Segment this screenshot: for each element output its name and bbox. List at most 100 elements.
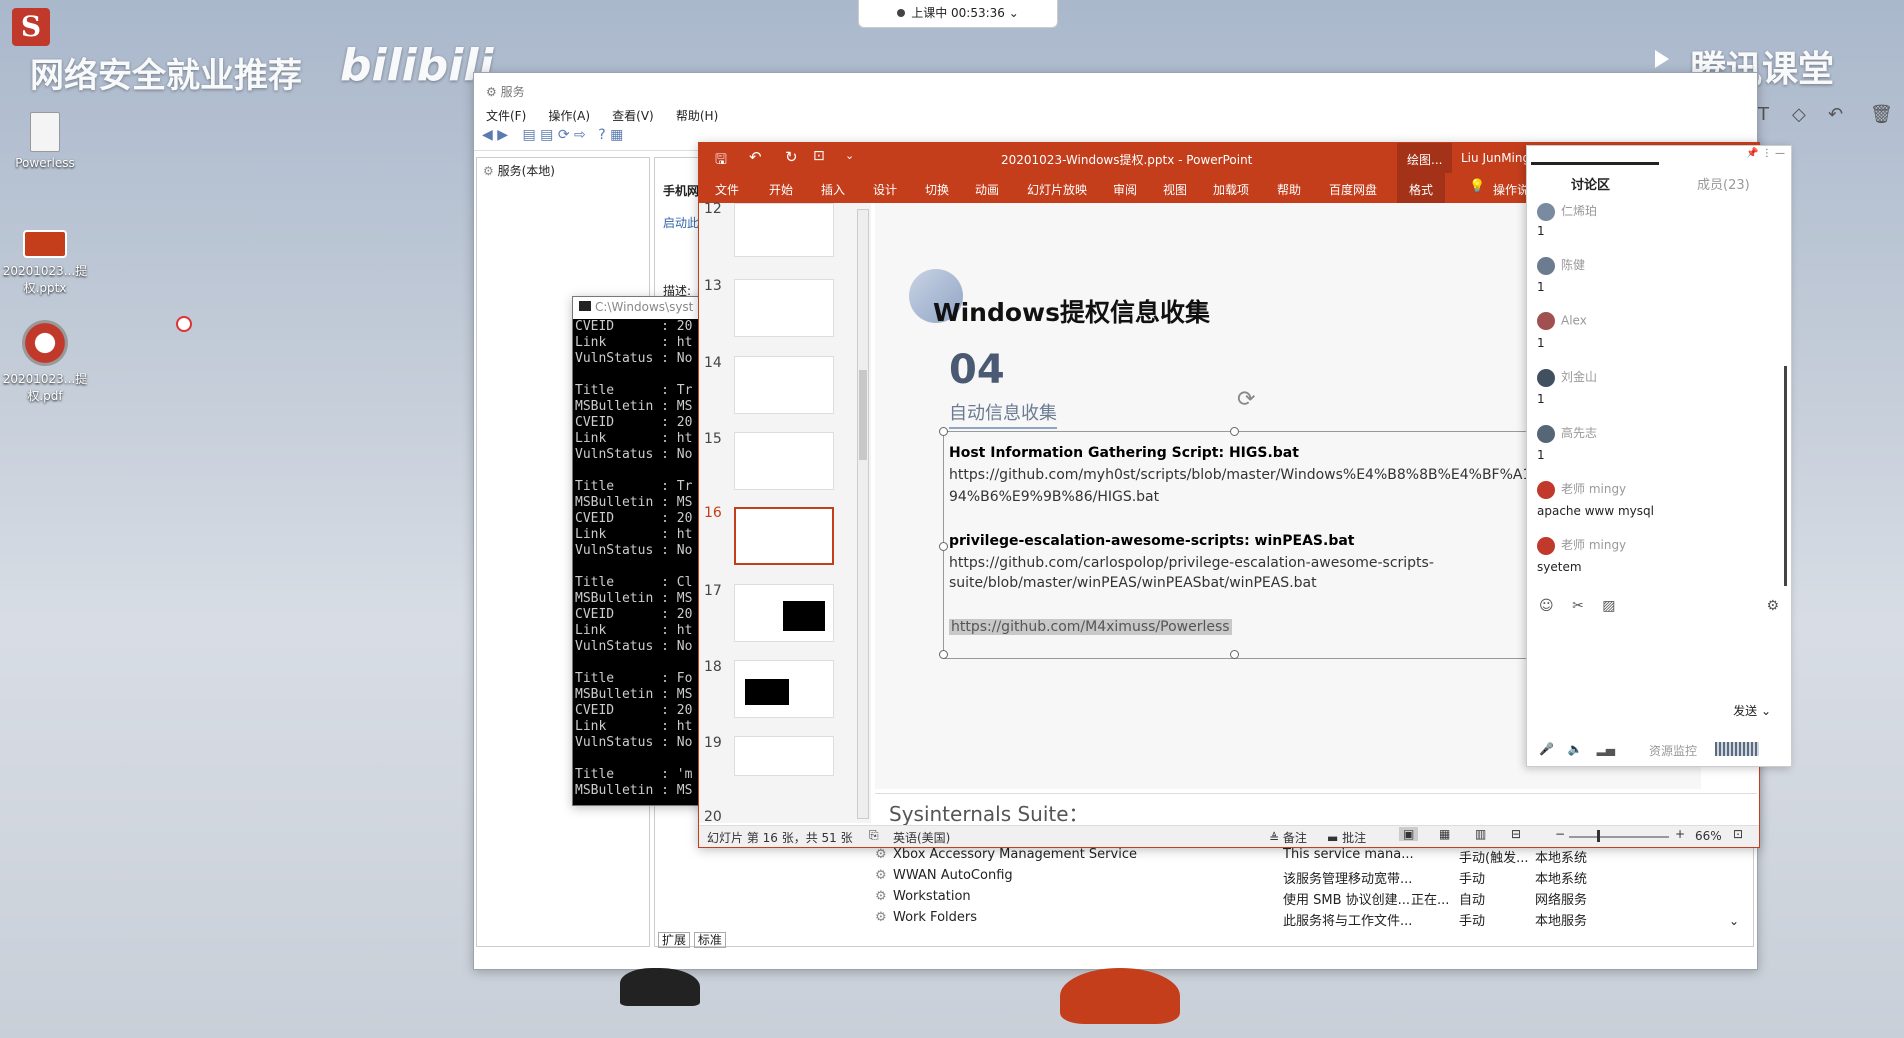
menu-help[interactable]: 帮助(H)	[676, 109, 718, 123]
microphone-icon[interactable]: 🎤	[1539, 742, 1554, 756]
back-icon[interactable]: ◀	[482, 127, 493, 143]
desktop-icon-powerless[interactable]: Powerless	[0, 112, 90, 170]
resize-handle[interactable]	[1230, 427, 1239, 436]
resize-handle[interactable]	[1230, 650, 1239, 659]
tab-transitions[interactable]: 切换	[925, 181, 949, 198]
zoom-out-icon[interactable]: −	[1555, 827, 1565, 841]
tab-baidu[interactable]: 百度网盘	[1329, 181, 1377, 198]
toolbar-icon[interactable]: ▤	[522, 127, 535, 143]
user-name[interactable]: Liu JunMing	[1461, 151, 1530, 165]
tab-view[interactable]: 视图	[1163, 181, 1187, 198]
tab-discussion[interactable]: 讨论区	[1571, 174, 1610, 193]
resize-handle[interactable]	[939, 650, 948, 659]
zoom-level[interactable]: 66%	[1695, 829, 1722, 843]
slide-link-higs-b[interactable]: 94%B6%E9%9B%86/HIGS.bat	[949, 489, 1159, 505]
chevron-down-icon[interactable]: ⌄	[1729, 914, 1739, 928]
slide-link-winpeas-a[interactable]: https://github.com/carlospolop/privilege…	[949, 555, 1434, 571]
rotate-handle-icon[interactable]: ⟳	[1237, 387, 1255, 412]
zoom-slider-thumb[interactable]	[1597, 830, 1600, 842]
tree-item-services-local[interactable]: ⚙ 服务(本地)	[477, 158, 649, 183]
properties-icon[interactable]: ▦	[610, 127, 623, 143]
slideshow-view-icon[interactable]: ⊟	[1511, 827, 1521, 841]
tab-review[interactable]: 审阅	[1113, 181, 1137, 198]
chat-input[interactable]	[1535, 620, 1783, 690]
desktop-icon-pptx[interactable]: 20201023...提权.pptx	[0, 230, 90, 296]
eraser-icon[interactable]: ◇	[1792, 104, 1806, 125]
slide-thumbnail[interactable]	[734, 203, 834, 257]
menu-action[interactable]: 操作(A)	[548, 109, 590, 123]
service-row[interactable]: ⚙ WWAN AutoConfig 该服务管理移动宽带... 手动 本地系统	[655, 865, 1753, 887]
more-icon[interactable]: ⋮	[1762, 148, 1772, 159]
tab-extended[interactable]: 扩展	[658, 932, 691, 948]
settings-icon[interactable]: ⚙	[1766, 598, 1779, 614]
tab-addins[interactable]: 加载项	[1213, 181, 1249, 198]
reading-view-icon[interactable]: ▥	[1475, 827, 1486, 841]
signal-icon[interactable]: ▂▄	[1597, 742, 1615, 756]
fit-slide-icon[interactable]: ⊡	[1733, 827, 1743, 841]
notes-pane[interactable]: Sysinternals Suite：	[875, 793, 1757, 827]
chat-scrollbar[interactable]	[1784, 366, 1787, 586]
undo-icon[interactable]: ↶	[1828, 104, 1843, 125]
slide-thumbnail[interactable]	[734, 736, 834, 776]
tab-help[interactable]: 帮助	[1277, 181, 1301, 198]
slide-link-powerless[interactable]: https://github.com/M4ximuss/Powerless	[949, 619, 1232, 635]
pin-icon[interactable]: 📌	[1746, 148, 1758, 159]
image-icon[interactable]: ▨	[1602, 598, 1615, 614]
redo-icon[interactable]: ↻	[785, 148, 798, 166]
tab-format[interactable]: 格式	[1397, 173, 1446, 203]
tab-file[interactable]: 文件	[715, 181, 739, 198]
language-label[interactable]: 英语(美国)	[893, 829, 950, 846]
tab-slideshow[interactable]: 幻灯片放映	[1027, 181, 1087, 198]
text-icon[interactable]: T	[1758, 104, 1769, 125]
start-service-link[interactable]: 启动此	[663, 214, 699, 231]
toolbar-icon[interactable]: ▤	[540, 127, 553, 143]
minimize-icon[interactable]: —	[1775, 148, 1785, 159]
tab-standard[interactable]: 标准	[693, 932, 726, 948]
send-button[interactable]: 发送 ⌄	[1733, 702, 1771, 719]
desktop-icon-pdf[interactable]: 20201023...提权.pdf	[0, 320, 90, 404]
tab-home[interactable]: 开始	[769, 181, 793, 198]
menu-file[interactable]: 文件(F)	[486, 109, 526, 123]
speaker-icon[interactable]: 🔈	[1568, 742, 1583, 756]
slide-thumbnail[interactable]	[734, 584, 834, 642]
resize-handle[interactable]	[939, 427, 948, 436]
zoom-in-icon[interactable]: +	[1675, 827, 1685, 841]
zoom-slider[interactable]	[1569, 836, 1669, 838]
slide-thumbnail[interactable]	[734, 356, 834, 414]
slide-thumbnail-selected[interactable]	[734, 507, 834, 565]
slide-thumbnail[interactable]	[734, 279, 834, 337]
sorter-view-icon[interactable]: ▦	[1439, 827, 1450, 841]
resource-monitor-label[interactable]: 资源监控	[1649, 742, 1697, 759]
slide-thumbnail[interactable]	[734, 660, 834, 718]
tab-design[interactable]: 设计	[873, 181, 897, 198]
undo-icon[interactable]: ↶	[749, 148, 762, 166]
refresh-icon[interactable]: ⟳	[558, 127, 570, 143]
tell-me-input[interactable]: 操作说	[1493, 181, 1529, 198]
scroll-thumb[interactable]	[859, 370, 867, 460]
drawing-tools-tab[interactable]: 绘图...	[1397, 143, 1453, 173]
save-icon[interactable]: 🖫	[715, 149, 727, 173]
thumb-scrollbar[interactable]	[857, 209, 869, 819]
customize-icon[interactable]: ⌄	[845, 149, 854, 162]
menu-view[interactable]: 查看(V)	[612, 109, 654, 123]
slide-link-winpeas-b[interactable]: suite/blob/master/winPEAS/winPEASbat/win…	[949, 575, 1317, 591]
cmd-output[interactable]: CVEID : 20 Link : ht VulnStatus : No Title…	[573, 319, 711, 805]
notes-button[interactable]: ≜ 备注	[1269, 829, 1307, 846]
tab-members[interactable]: 成员(23)	[1697, 174, 1750, 193]
comments-button[interactable]: ▬ 批注	[1327, 829, 1366, 846]
service-row[interactable]: ⚙ Workstation 使用 SMB 协议创建... 正在... 自动 网络…	[655, 886, 1753, 908]
service-row[interactable]: ⚙ Work Folders 此服务将与工作文件... 手动 本地服务	[655, 907, 1753, 929]
tab-animations[interactable]: 动画	[975, 181, 999, 198]
class-timer[interactable]: 上课中 00:53:36 ⌄	[858, 0, 1058, 28]
emoji-icon[interactable]: ☺	[1539, 598, 1554, 614]
normal-view-icon[interactable]: ▣	[1399, 827, 1419, 841]
slide-link-higs-a[interactable]: https://github.com/myh0st/scripts/blob/m…	[949, 467, 1531, 483]
slideshow-icon[interactable]: ⊡	[813, 148, 825, 164]
resize-handle[interactable]	[939, 542, 948, 551]
forward-icon[interactable]: ▶	[497, 127, 508, 143]
spellcheck-icon[interactable]: ⎘	[869, 828, 879, 843]
trash-icon[interactable]: 🗑	[1870, 104, 1893, 125]
help-icon[interactable]: ?	[598, 127, 605, 143]
export-icon[interactable]: ⇨	[574, 127, 586, 143]
scissors-icon[interactable]: ✂	[1572, 598, 1584, 614]
